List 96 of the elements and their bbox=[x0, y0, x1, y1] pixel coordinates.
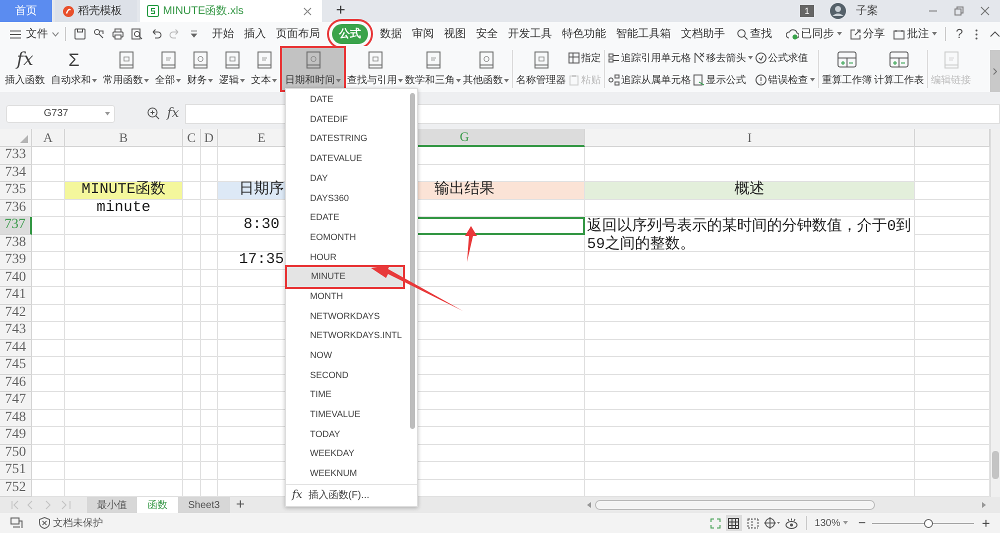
zoom-in-button[interactable]: + bbox=[982, 512, 990, 533]
row-header[interactable]: 752 bbox=[0, 480, 32, 497]
ribbon-button[interactable]: 重算工作簿 bbox=[821, 46, 873, 92]
row-header[interactable]: 747 bbox=[0, 392, 32, 410]
ribbon-tab[interactable]: 视图 bbox=[444, 26, 466, 42]
sync-button[interactable]: 已同步 bbox=[786, 26, 842, 42]
file-menu[interactable]: 文件 bbox=[26, 26, 59, 42]
ribbon-button[interactable]: 数学和三角 bbox=[404, 46, 462, 92]
insert-function-menu-item[interactable]: fx 插入函数(F)... bbox=[286, 484, 417, 506]
zoom-level[interactable]: 130% bbox=[814, 516, 848, 530]
column-header[interactable]: D bbox=[201, 129, 218, 147]
help-button[interactable]: ? bbox=[956, 24, 963, 44]
protection-status[interactable]: 文档未保护 bbox=[39, 516, 103, 530]
column-header[interactable]: I bbox=[585, 129, 915, 147]
ribbon-button[interactable]: 查找与引用 bbox=[346, 46, 404, 92]
row-header[interactable]: 750 bbox=[0, 444, 32, 462]
row-header[interactable]: 734 bbox=[0, 164, 32, 182]
menu-item[interactable]: NOW bbox=[286, 346, 409, 366]
ribbon-button[interactable]: Σ 自动求和 bbox=[48, 46, 100, 92]
add-sheet-button[interactable]: + bbox=[236, 497, 245, 513]
description-cell: 返回以序列号表示的某时间的分钟数值，介于0到59之间的整数。 bbox=[585, 217, 915, 252]
ribbon-tab[interactable]: 页面布局 bbox=[276, 26, 320, 42]
browser-tab[interactable]: MINUTE函数.xls bbox=[140, 0, 322, 22]
row-header[interactable]: 744 bbox=[0, 340, 32, 357]
menu-item[interactable]: TIMEVALUE bbox=[286, 405, 409, 425]
column-header[interactable]: B bbox=[65, 129, 183, 147]
zoom-out-button[interactable]: − bbox=[858, 513, 866, 533]
menu-item[interactable]: TIME bbox=[286, 385, 409, 405]
row-header[interactable]: 738 bbox=[0, 234, 32, 252]
row-header[interactable]: 748 bbox=[0, 410, 32, 427]
column-header[interactable]: A bbox=[32, 129, 65, 147]
ribbon-button[interactable]: 移去箭头 bbox=[693, 50, 753, 66]
ribbon-button[interactable]: 计算工作表 bbox=[873, 46, 925, 92]
row-header[interactable]: 745 bbox=[0, 357, 32, 374]
ribbon-tab[interactable]: 开始 bbox=[212, 26, 234, 42]
menu-item[interactable]: DATEVALUE bbox=[286, 149, 409, 169]
ribbon-tab[interactable]: 特色功能 bbox=[562, 26, 606, 42]
sheet-tab[interactable]: Sheet3 bbox=[178, 497, 230, 513]
menu-item[interactable]: SECOND bbox=[286, 366, 409, 386]
ribbon-button[interactable]: 错误检查 bbox=[755, 72, 815, 88]
comment-button[interactable]: 批注 bbox=[892, 26, 937, 42]
ribbon-tab[interactable]: 智能工具箱 bbox=[616, 26, 671, 42]
row-header[interactable]: 736 bbox=[0, 200, 32, 217]
row-header[interactable]: 739 bbox=[0, 252, 32, 270]
menu-item[interactable]: WEEKNUM bbox=[286, 464, 409, 484]
name-box[interactable]: G737 bbox=[6, 104, 115, 122]
row-header[interactable]: 743 bbox=[0, 322, 32, 340]
sheet-tab[interactable]: 最小值 bbox=[87, 497, 137, 513]
menu-item[interactable]: MINUTE bbox=[287, 267, 403, 287]
ribbon-button[interactable]: 日期和时间 bbox=[282, 48, 344, 90]
ribbon-tab[interactable]: 开发工具 bbox=[508, 26, 552, 42]
row-header[interactable]: 741 bbox=[0, 287, 32, 304]
notification-badge[interactable]: 1 bbox=[800, 5, 814, 17]
ribbon-tab[interactable]: 文档助手 bbox=[680, 26, 725, 42]
menu-item[interactable]: DATEDIF bbox=[286, 110, 409, 130]
ribbon-button[interactable]: 其他函数 bbox=[462, 46, 510, 92]
browser-tab[interactable]: 稻壳模板 bbox=[55, 0, 137, 22]
row-header[interactable]: 742 bbox=[0, 304, 32, 322]
ribbon-button[interactable]: 常用函数 bbox=[100, 46, 152, 92]
ribbon-button[interactable]: 指定 bbox=[568, 50, 601, 66]
ribbon-button[interactable]: 财务 bbox=[184, 46, 216, 92]
sheet-tab[interactable]: 函数 bbox=[137, 497, 178, 513]
menu-item[interactable]: MONTH bbox=[286, 286, 409, 307]
new-tab-button[interactable]: + bbox=[336, 0, 346, 22]
menu-item[interactable]: WEEKDAY bbox=[286, 444, 409, 464]
ribbon-tab[interactable]: 插入 bbox=[244, 26, 266, 42]
menu-item[interactable]: NETWORKDAYS bbox=[286, 306, 409, 326]
row-header[interactable]: 733 bbox=[0, 147, 32, 164]
ribbon-button[interactable]: 公式求值 bbox=[755, 50, 808, 66]
ribbon-button[interactable]: 追踪引用单元格 bbox=[608, 50, 691, 66]
ribbon-button[interactable]: 全部 bbox=[152, 46, 184, 92]
table-cell: MINUTE函数 bbox=[65, 182, 183, 200]
column-header[interactable]: C bbox=[183, 129, 201, 147]
ribbon-button[interactable]: 文本 bbox=[248, 46, 280, 92]
table-cell: 概述 bbox=[585, 182, 915, 200]
row-header[interactable]: 749 bbox=[0, 427, 32, 444]
ribbon-button[interactable]: 显示公式 bbox=[693, 72, 746, 88]
ribbon-tab[interactable]: 审阅 bbox=[412, 26, 434, 42]
insert-function-button[interactable]: fx bbox=[167, 104, 180, 124]
ribbon-tab[interactable]: 安全 bbox=[476, 26, 498, 42]
row-header[interactable]: 746 bbox=[0, 374, 32, 392]
ribbon-button[interactable]: fx 插入函数 bbox=[2, 46, 48, 92]
table-cell: minute bbox=[65, 200, 183, 217]
ribbon-tab[interactable]: 数据 bbox=[380, 26, 402, 42]
share-button[interactable]: 分享 bbox=[850, 26, 885, 42]
ribbon-button[interactable]: 追踪从属单元格 bbox=[608, 72, 691, 88]
row-header[interactable]: 740 bbox=[0, 270, 32, 287]
menu-item[interactable]: NETWORKDAYS.INTL bbox=[286, 326, 409, 346]
ribbon-button[interactable]: 名称管理器 bbox=[515, 46, 567, 92]
ribbon-button[interactable]: 逻辑 bbox=[216, 46, 248, 92]
row-header[interactable]: 735 bbox=[0, 182, 32, 200]
row-header[interactable]: 751 bbox=[0, 462, 32, 480]
user-name[interactable]: 子案 bbox=[856, 2, 878, 20]
menu-item[interactable]: TODAY bbox=[286, 424, 409, 444]
menu-item[interactable]: DATE bbox=[286, 90, 409, 110]
search-button[interactable]: 查找 bbox=[736, 26, 772, 42]
